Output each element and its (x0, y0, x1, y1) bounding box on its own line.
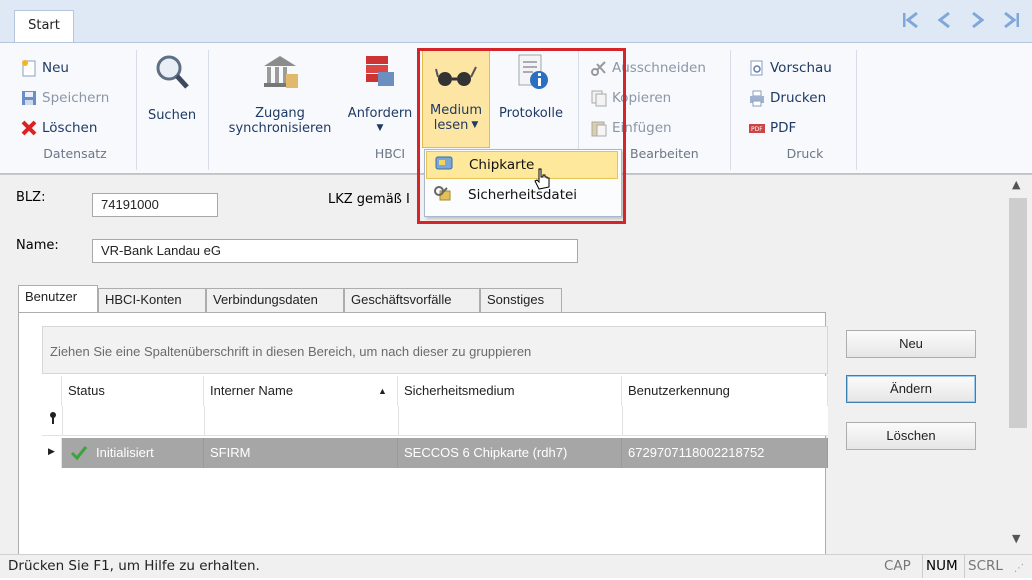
neu-label: Neu (42, 60, 69, 76)
filter-pin-icon (48, 412, 58, 427)
scrollbar-thumb[interactable] (1009, 198, 1027, 428)
next-record-icon[interactable] (966, 9, 988, 36)
sort-ascending-icon: ▲ (378, 386, 387, 396)
pdf-label: PDF (770, 120, 797, 136)
scroll-down-icon[interactable]: ▼ (1012, 532, 1020, 545)
column-header-status[interactable]: Status (62, 376, 204, 406)
printer-icon (748, 89, 766, 107)
group-separator (208, 50, 209, 170)
grid-line (398, 406, 399, 436)
interner-name-label: Interner Name (210, 383, 294, 398)
tab-hbci-konten[interactable]: HBCI-Konten (98, 288, 206, 312)
request-stack-icon (360, 52, 400, 92)
group-separator (730, 50, 731, 170)
status-bar: Drücken Sie F1, um Hilfe zu erhalten. CA… (0, 554, 1032, 578)
name-field[interactable]: VR-Bank Landau eG (92, 239, 578, 263)
anfordern-label: Anfordern (347, 106, 413, 121)
dropdown-arrow-icon: ▼ (376, 123, 384, 133)
speichern-label: Speichern (42, 90, 110, 106)
ribbon-tab-bar (0, 0, 1032, 42)
name-label: Name: (16, 238, 59, 253)
filter-row[interactable] (42, 406, 828, 436)
highlight-frame (417, 48, 626, 224)
current-row-arrow-icon: ▶ (48, 447, 55, 457)
group-label-bearbeiten: Bearbeiten (630, 146, 699, 161)
ausschneiden-label: Ausschneiden (612, 60, 706, 76)
grid-line (204, 406, 205, 436)
save-icon (20, 89, 38, 107)
neu-user-button[interactable]: Neu (846, 330, 976, 358)
column-header-interner-name[interactable]: Interner Name ▲ (204, 376, 398, 406)
num-indicator: NUM (922, 555, 958, 578)
tab-benutzer[interactable]: Benutzer (18, 285, 98, 313)
row-indicator: ▶ (42, 438, 62, 468)
drucken-label: Drucken (770, 90, 827, 106)
aendern-button[interactable]: Ändern (846, 375, 976, 403)
grid-corner (42, 376, 62, 406)
tab-geschaeftsvorfaelle[interactable]: Geschäftsvorfälle (344, 288, 480, 312)
checkmark-icon (70, 445, 88, 465)
suchen-label: Suchen (147, 108, 197, 123)
pdf-icon: PDF (748, 119, 766, 137)
bank-building-icon (260, 52, 300, 92)
loeschen-ribbon-button[interactable]: Löschen (20, 116, 97, 140)
zugang-synchronisieren-button[interactable]: Zugang synchronisieren (220, 52, 340, 144)
group-separator (856, 50, 857, 170)
tab-sonstiges[interactable]: Sonstiges (480, 288, 562, 312)
blz-label: BLZ: (16, 190, 46, 205)
delete-x-icon (20, 119, 38, 137)
lkz-label: LKZ gemäß I (328, 192, 410, 207)
preview-icon (748, 59, 766, 77)
column-header-benutzerkennung[interactable]: Benutzerkennung (622, 376, 828, 406)
anfordern-button[interactable]: Anfordern ▼ (342, 52, 418, 144)
group-label-hbci: HBCI (374, 146, 406, 161)
loeschen-user-button[interactable]: Löschen (846, 422, 976, 450)
scrl-indicator: SCRL (964, 555, 1003, 578)
magnifier-icon (152, 52, 192, 92)
grid-line (622, 406, 623, 436)
last-record-icon[interactable] (1000, 9, 1022, 36)
tab-start[interactable]: Start (14, 10, 74, 42)
vorschau-label: Vorschau (770, 60, 832, 76)
synchronisieren-label: synchronisieren (228, 121, 332, 136)
pdf-button[interactable]: PDF PDF (748, 116, 796, 140)
group-separator (136, 50, 137, 170)
blz-field[interactable]: 74191000 (92, 193, 218, 217)
cap-indicator: CAP (884, 558, 911, 574)
tab-verbindungsdaten[interactable]: Verbindungsdaten (206, 288, 344, 312)
zugang-label: Zugang (255, 106, 305, 121)
grid-line (62, 406, 63, 436)
cell-benutzerkennung: 6729707118002218752 (622, 438, 828, 468)
resize-grip-icon[interactable]: ⋰ (1014, 557, 1024, 580)
neu-button[interactable]: Neu (20, 56, 69, 80)
group-by-hint: Ziehen Sie eine Spaltenüberschrift in di… (50, 344, 532, 359)
cell-sicherheitsmedium: SECCOS 6 Chipkarte (rdh7) (398, 438, 622, 468)
group-label-druck: Druck (786, 146, 824, 161)
group-label-datensatz: Datensatz (43, 146, 107, 161)
speichern-button[interactable]: Speichern (20, 86, 109, 110)
cell-interner-name: SFIRM (204, 438, 398, 468)
new-document-icon (20, 59, 38, 77)
drucken-button[interactable]: Drucken (748, 86, 826, 110)
status-text: Drücken Sie F1, um Hilfe zu erhalten. (8, 558, 260, 574)
vorschau-button[interactable]: Vorschau (748, 56, 832, 80)
previous-record-icon[interactable] (934, 9, 956, 36)
scroll-up-icon[interactable]: ▲ (1012, 178, 1020, 191)
suchen-button[interactable]: Suchen (142, 52, 202, 142)
column-header-sicherheitsmedium[interactable]: Sicherheitsmedium (398, 376, 622, 406)
svg-text:PDF: PDF (751, 126, 763, 133)
loeschen-label: Löschen (42, 120, 98, 136)
first-record-icon[interactable] (900, 9, 922, 36)
